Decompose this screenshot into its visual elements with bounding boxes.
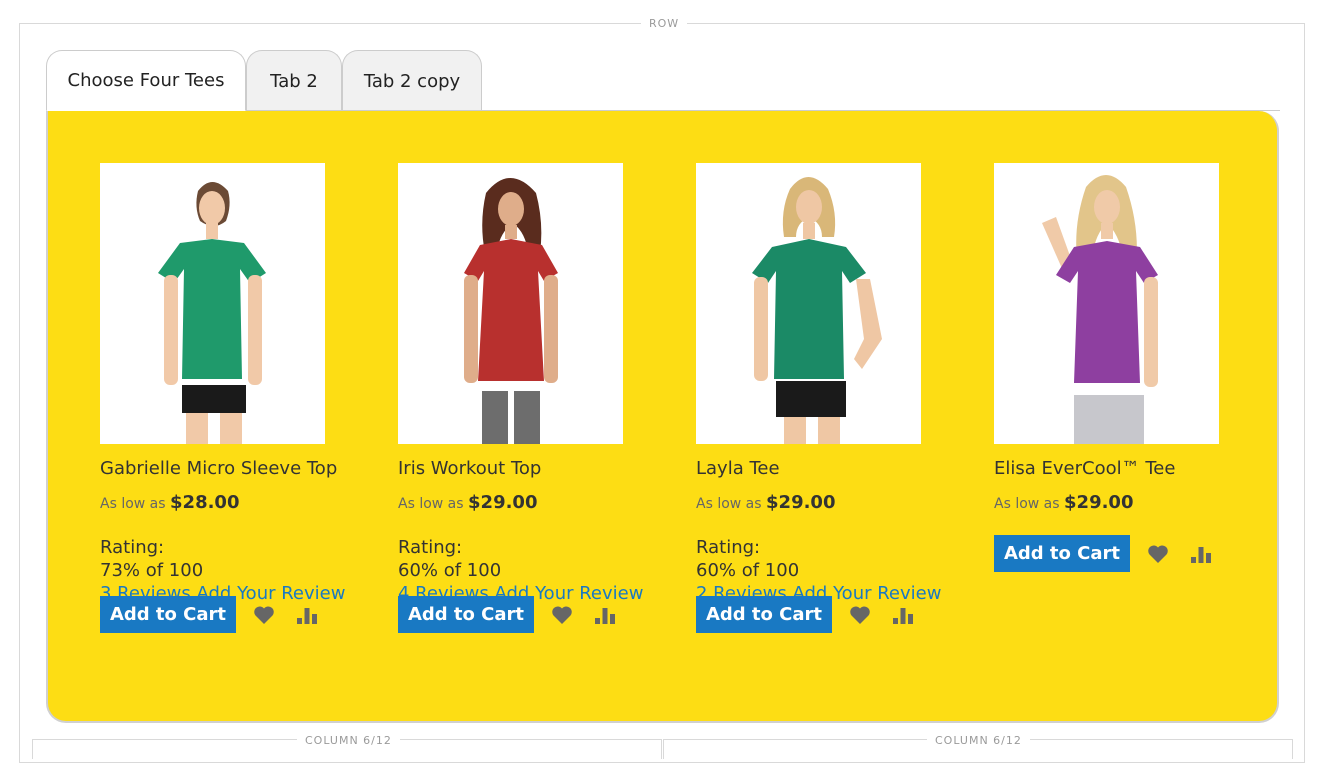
product-image[interactable] [100,163,325,444]
tab-label: Tab 2 [270,70,318,92]
product-name[interactable]: Elisa EverCool™ Tee [994,458,1220,479]
rating-value: 73% of 100 [100,560,204,581]
rating-block: Rating: 60% of 100 2 Reviews Add Your Re… [696,536,941,604]
rating-label: Rating: [696,537,761,558]
product-image[interactable] [696,163,921,444]
reviews-line: 2 Reviews Add Your Review [696,582,941,604]
bar-chart-icon[interactable] [295,603,319,627]
tab-panel: Gabrielle Micro Sleeve Top As low as $28… [46,111,1279,723]
price: $29.00 [1064,492,1134,513]
rating-value: 60% of 100 [398,560,502,581]
add-to-cart-button[interactable]: Add to Cart [994,535,1130,572]
rating-label: Rating: [100,537,165,558]
product-image[interactable] [398,163,623,444]
tab-choose-four-tees[interactable]: Choose Four Tees [46,50,246,111]
price-prefix: As low as [994,496,1060,512]
price-line: As low as $29.00 [398,492,624,513]
product-name[interactable]: Gabrielle Micro Sleeve Top [100,458,337,479]
price-line: As low as $29.00 [994,492,1220,513]
tab-label: Choose Four Tees [67,70,225,91]
add-to-cart-button[interactable]: Add to Cart [398,596,534,633]
product-name[interactable]: Iris Workout Top [398,458,624,479]
price: $28.00 [170,492,240,513]
bar-chart-icon[interactable] [593,603,617,627]
tab-label: Tab 2 copy [363,70,461,92]
model-photo [398,163,623,444]
heart-icon[interactable] [1146,542,1170,566]
price-prefix: As low as [100,496,166,512]
product-name[interactable]: Layla Tee [696,458,922,479]
heart-icon[interactable] [848,603,872,627]
price-prefix: As low as [696,496,762,512]
add-to-cart-button[interactable]: Add to Cart [696,596,832,633]
reviews-line: 4 Reviews Add Your Review [398,582,643,604]
price: $29.00 [766,492,836,513]
product-card: Elisa EverCool™ Tee As low as $29.00 Add… [994,163,1220,572]
model-photo [696,163,921,444]
add-to-cart-button[interactable]: Add to Cart [100,596,236,633]
bar-chart-icon[interactable] [1189,542,1213,566]
column-label-left: COLUMN 6/12 [297,734,400,747]
tab-bar: Choose Four Tees Tab 2 Tab 2 copy [46,50,482,111]
bar-chart-icon[interactable] [891,603,915,627]
rating-block: Rating: 60% of 100 4 Reviews Add Your Re… [398,536,643,604]
price-prefix: As low as [398,496,464,512]
column-label-right: COLUMN 6/12 [927,734,1030,747]
reviews-line: 3 Reviews Add Your Review [100,582,345,604]
model-photo [994,163,1219,444]
rating-label: Rating: [398,537,463,558]
rating-value: 60% of 100 [696,560,800,581]
tab-tab-2-copy[interactable]: Tab 2 copy [342,50,482,111]
product-card: Gabrielle Micro Sleeve Top As low as $28… [100,163,345,633]
price: $29.00 [468,492,538,513]
price-line: As low as $28.00 [100,492,326,513]
rating-block: Rating: 73% of 100 3 Reviews Add Your Re… [100,536,345,604]
model-photo [100,163,325,444]
row-label: ROW [641,17,688,30]
heart-icon[interactable] [252,603,276,627]
price-line: As low as $29.00 [696,492,922,513]
product-actions: Add to Cart [994,535,1220,572]
heart-icon[interactable] [550,603,574,627]
product-image[interactable] [994,163,1219,444]
tab-tab-2[interactable]: Tab 2 [246,50,342,111]
product-card: Iris Workout Top As low as $29.00 Rating… [398,163,643,633]
product-card: Layla Tee As low as $29.00 Rating: 60% o… [696,163,941,633]
